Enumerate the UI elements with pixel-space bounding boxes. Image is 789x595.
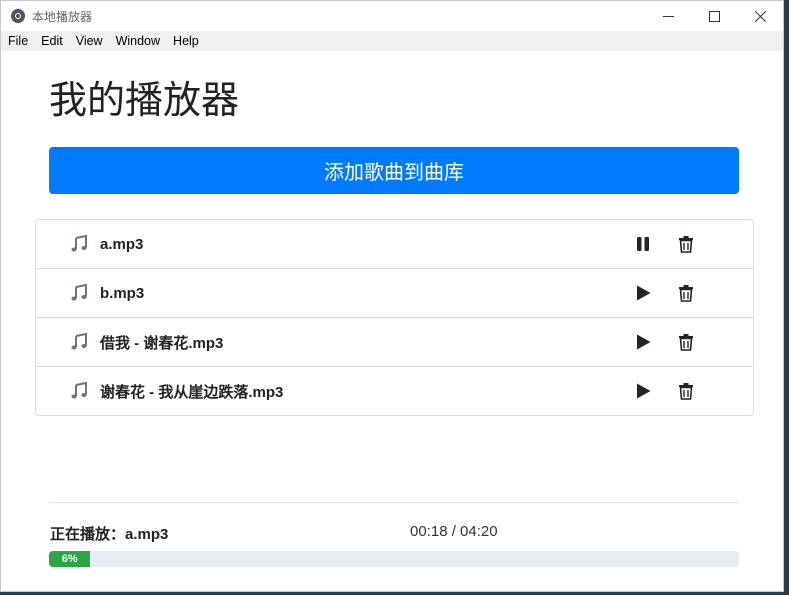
play-icon[interactable] — [634, 382, 652, 400]
page-title: 我的播放器 — [49, 80, 240, 122]
maximize-button[interactable] — [691, 1, 737, 31]
menu-bar: File Edit View Window Help — [1, 31, 783, 51]
trash-icon[interactable] — [677, 382, 695, 400]
window-controls — [645, 1, 783, 31]
window-title: 本地播放器 — [32, 9, 93, 24]
app-logo-icon — [11, 9, 25, 23]
playback-time: 00:18 / 04:20 — [410, 523, 498, 540]
song-name: 谢春花 - 我从崖边跌落.mp3 — [100, 383, 284, 401]
music-note-icon — [71, 235, 87, 252]
close-icon — [754, 10, 766, 22]
play-icon[interactable] — [634, 333, 652, 351]
song-row: 谢春花 - 我从崖边跌落.mp3 — [36, 367, 753, 415]
trash-icon[interactable] — [677, 333, 695, 351]
song-name: 借我 - 谢春花.mp3 — [100, 334, 224, 352]
main-content: 我的播放器 添加歌曲到曲库 a.mp3 b.mp3 借我 - 谢春花.mp3 谢… — [1, 51, 783, 591]
close-button[interactable] — [737, 1, 783, 31]
trash-icon[interactable] — [677, 284, 695, 302]
menu-view[interactable]: View — [69, 34, 109, 48]
minimize-icon — [662, 15, 674, 17]
maximize-icon — [708, 10, 720, 22]
trash-icon[interactable] — [677, 235, 695, 253]
pause-icon[interactable] — [634, 235, 652, 253]
title-bar[interactable]: 本地播放器 — [1, 1, 783, 31]
song-name: b.mp3 — [100, 284, 145, 302]
app-window: 本地播放器 File Edit View Window Help 我的播放器 添… — [0, 0, 784, 592]
minimize-button[interactable] — [645, 1, 691, 31]
song-row: 借我 - 谢春花.mp3 — [36, 318, 753, 367]
play-icon[interactable] — [634, 284, 652, 302]
progress-fill: 6% — [49, 551, 91, 567]
menu-help[interactable]: Help — [166, 34, 205, 48]
menu-window[interactable]: Window — [109, 34, 166, 48]
divider — [49, 502, 739, 503]
now-playing-label: 正在播放：a.mp3 — [50, 526, 169, 543]
menu-file[interactable]: File — [1, 34, 34, 48]
music-note-icon — [71, 284, 87, 301]
music-note-icon — [71, 382, 87, 399]
menu-edit[interactable]: Edit — [34, 34, 69, 48]
add-song-button[interactable]: 添加歌曲到曲库 — [49, 147, 739, 194]
song-name: a.mp3 — [100, 235, 144, 253]
progress-bar[interactable]: 6% — [49, 551, 739, 567]
music-note-icon — [71, 333, 87, 350]
song-row: b.mp3 — [36, 269, 753, 318]
song-list: a.mp3 b.mp3 借我 - 谢春花.mp3 谢春花 - 我从崖边跌落.mp… — [35, 219, 754, 416]
song-row: a.mp3 — [36, 220, 753, 269]
